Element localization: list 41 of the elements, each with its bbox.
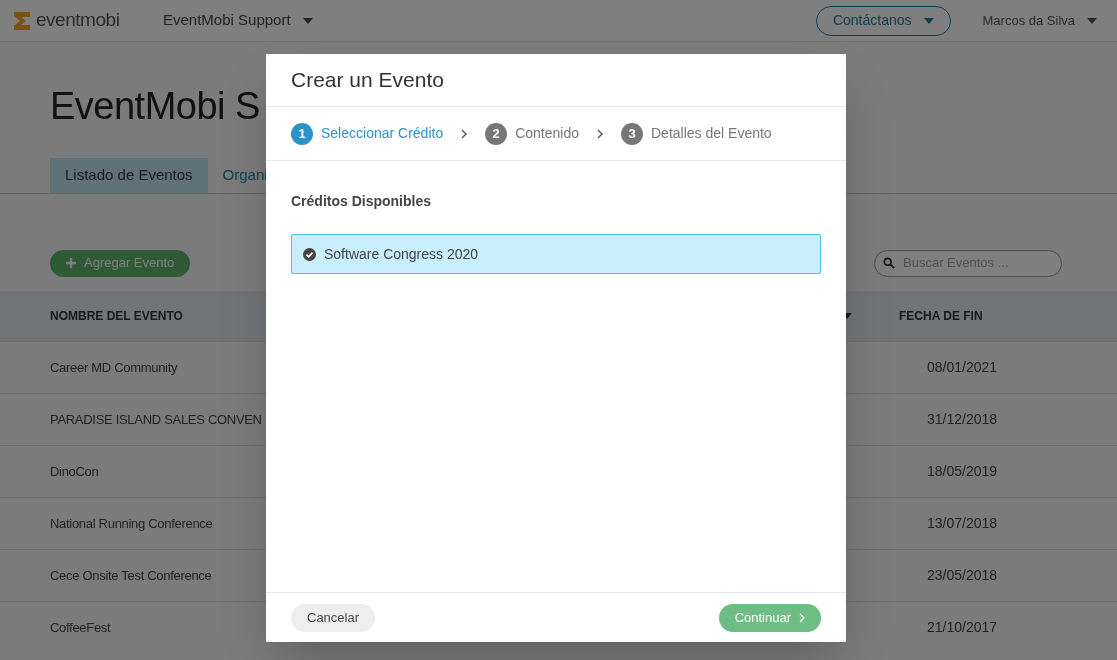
step-label: Contenido — [515, 124, 579, 143]
add-event-button[interactable]: Agregar Evento — [50, 249, 191, 277]
credit-option[interactable]: Software Congress 2020 — [291, 234, 821, 274]
chevron-icon — [597, 128, 603, 139]
table-cell: Career MD Community — [50, 360, 178, 375]
table-cell: National Running Conference — [50, 516, 213, 531]
logo-icon — [12, 9, 32, 32]
table-cell: DinoCon — [50, 464, 99, 479]
organization-dropdown[interactable]: EventMobi Support — [135, 9, 313, 32]
caret-icon — [923, 17, 934, 24]
table-cell-text: 21/10/2017 — [927, 618, 998, 637]
continue-button[interactable]: Continuar — [718, 603, 821, 632]
step-label: Seleccionar Crédito — [321, 124, 444, 143]
check-circle-icon — [303, 247, 316, 261]
logo-text: eventmobi — [36, 8, 120, 33]
step-number: 1 — [291, 122, 313, 145]
step-label: Detalles del Evento — [651, 124, 772, 143]
table-cell: Cece Onsite Test Conference — [50, 568, 212, 583]
section-title: Créditos Disponibles — [291, 192, 433, 211]
step-number: 3 — [621, 122, 643, 145]
caret-icon — [302, 17, 313, 24]
tab[interactable]: Listado de Eventos — [50, 158, 208, 193]
table-cell-text: 13/07/2018 — [927, 514, 998, 533]
step-number: 2 — [485, 122, 508, 145]
plus-icon — [66, 258, 76, 268]
table-cell-text: 23/05/2018 — [927, 566, 998, 585]
chevron-icon — [461, 128, 468, 139]
page-title: EventMobi S — [50, 84, 260, 129]
table-cell-text: 18/05/2019 — [927, 462, 998, 481]
column-header: FECHA DE FIN — [899, 308, 983, 325]
modal-title: Crear un Evento — [266, 54, 846, 107]
table-cell: CoffeeFest — [50, 620, 111, 635]
table-cell-text: 08/01/2021 — [927, 358, 998, 377]
table-cell: PARADISE ISLAND SALES CONVEN — [50, 412, 262, 427]
chevron-icon — [799, 612, 805, 623]
column-header: NOMBRE DEL EVENTO — [49, 308, 184, 325]
table-cell-text: 31/12/2018 — [927, 410, 998, 429]
cancel-button[interactable]: Cancelar — [291, 603, 376, 632]
user-menu[interactable]: Marcos da Silva — [982, 10, 1097, 31]
caret-icon — [1087, 17, 1097, 24]
search-icon — [883, 256, 895, 270]
